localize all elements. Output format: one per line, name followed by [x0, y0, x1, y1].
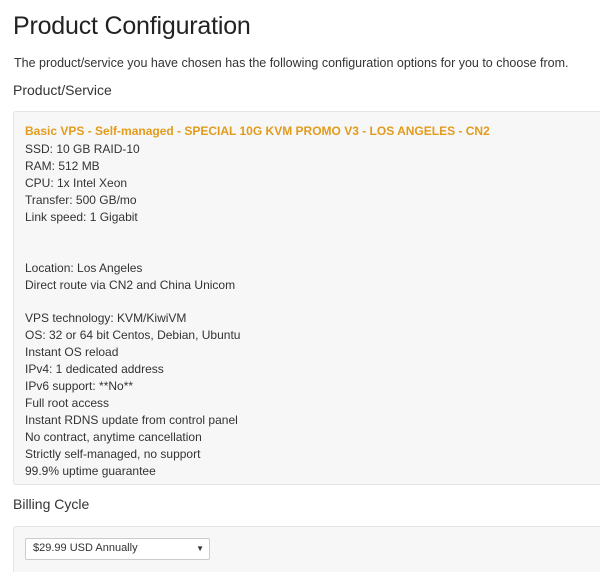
spec-vps-technology: VPS technology: KVM/KiwiVM — [25, 311, 187, 325]
spec-ipv4: IPv4: 1 dedicated address — [25, 362, 164, 376]
billing-cycle-heading: Billing Cycle — [13, 496, 90, 512]
spec-os: OS: 32 or 64 bit Centos, Debian, Ubuntu — [25, 328, 241, 342]
chevron-down-icon: ▼ — [196, 544, 204, 553]
spec-root-access: Full root access — [25, 396, 110, 410]
spec-os-reload: Instant OS reload — [25, 345, 119, 359]
spec-link-speed: Link speed: 1 Gigabit — [25, 210, 138, 224]
billing-cycle-select[interactable]: $29.99 USD Annually ▼ — [25, 538, 210, 560]
billing-cycle-selected-value: $29.99 USD Annually — [33, 542, 138, 554]
spec-location: Location: Los Angeles — [25, 261, 143, 275]
intro-text: The product/service you have chosen has … — [14, 56, 569, 70]
spec-ipv6: IPv6 support: **No** — [25, 379, 134, 393]
product-configuration-page: Product Configuration The product/servic… — [0, 0, 600, 572]
spec-uptime: 99.9% uptime guarantee — [25, 464, 156, 478]
billing-cycle-panel: $29.99 USD Annually ▼ — [13, 526, 600, 572]
spec-contract: No contract, anytime cancellation — [25, 430, 202, 444]
spec-cpu: CPU: 1x Intel Xeon — [25, 176, 128, 190]
spec-ram: RAM: 512 MB — [25, 159, 100, 173]
spec-ssd: SSD: 10 GB RAID-10 — [25, 142, 140, 156]
spec-direct-route: Direct route via CN2 and China Unicom — [25, 278, 236, 292]
spec-rdns: Instant RDNS update from control panel — [25, 413, 238, 427]
product-service-heading: Product/Service — [13, 82, 112, 98]
product-details-panel: Basic VPS - Self-managed - SPECIAL 10G K… — [13, 111, 600, 485]
spec-self-managed: Strictly self-managed, no support — [25, 447, 201, 461]
product-name: Basic VPS - Self-managed - SPECIAL 10G K… — [25, 124, 490, 138]
spec-transfer: Transfer: 500 GB/mo — [25, 193, 137, 207]
page-title: Product Configuration — [13, 12, 251, 40]
